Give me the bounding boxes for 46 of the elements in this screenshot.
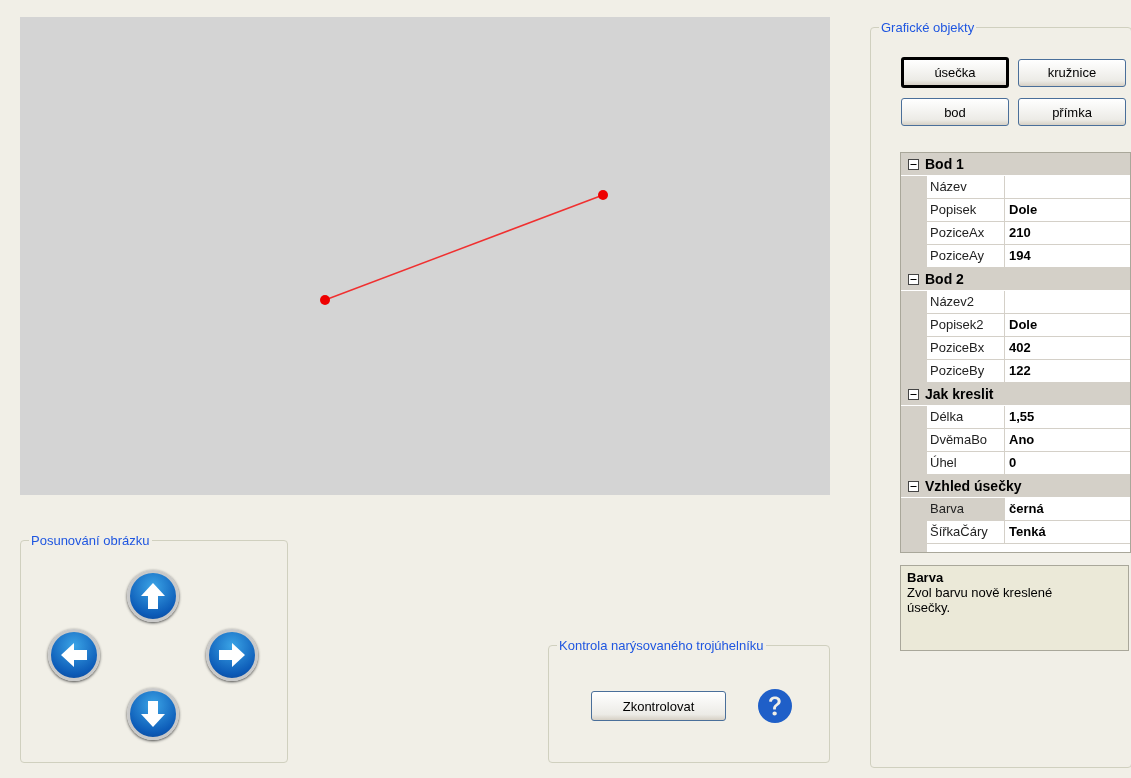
arrow-up-icon — [140, 582, 166, 610]
property-name[interactable]: Délka — [927, 406, 1005, 429]
category-label[interactable]: Bod 1 — [925, 156, 964, 172]
shape-button[interactable]: bod — [901, 98, 1009, 126]
property-name[interactable]: ŠířkaČáry — [927, 521, 1005, 544]
property-value[interactable]: 402 — [1005, 337, 1130, 360]
help-icon[interactable] — [758, 689, 792, 723]
property-name[interactable]: Popisek — [927, 199, 1005, 222]
group-title: Posunování obrázku — [30, 533, 151, 548]
category-label[interactable]: Bod 2 — [925, 271, 964, 287]
property-value[interactable]: Dole — [1005, 199, 1130, 222]
collapse-icon[interactable] — [908, 388, 919, 400]
shape-button[interactable]: úsečka — [901, 57, 1009, 88]
up-button[interactable] — [127, 570, 179, 622]
property-name[interactable]: PoziceAy — [927, 245, 1005, 268]
help-text: Zvol barvu nově kreslené úsečky. — [907, 585, 1054, 615]
collapse-icon[interactable] — [908, 158, 919, 170]
property-value[interactable]: 1,55 — [1005, 406, 1130, 429]
check-button[interactable]: Zkontrolovat — [591, 691, 726, 721]
property-value[interactable]: 210 — [1005, 222, 1130, 245]
property-name[interactable]: Barva — [927, 498, 1005, 521]
property-name[interactable]: Popisek2 — [927, 314, 1005, 337]
arrow-down-icon — [140, 700, 166, 728]
right-button[interactable] — [206, 629, 258, 681]
property-name[interactable]: DvěmaBo — [927, 429, 1005, 452]
group-title: Grafické objekty — [880, 20, 976, 35]
help-title: Barva — [907, 570, 945, 585]
property-name[interactable]: PoziceBy — [927, 360, 1005, 383]
left-button[interactable] — [48, 629, 100, 681]
property-name[interactable]: Úhel — [927, 452, 1005, 475]
property-name[interactable]: Název — [927, 176, 1005, 199]
property-name[interactable]: Název2 — [927, 291, 1005, 314]
property-value[interactable]: Dole — [1005, 314, 1130, 337]
arrow-right-icon — [219, 641, 245, 669]
property-name[interactable]: PoziceAx — [927, 222, 1005, 245]
arrow-left-icon — [61, 641, 87, 669]
property-name[interactable]: PoziceBx — [927, 337, 1005, 360]
down-button[interactable] — [127, 688, 179, 740]
shape-button[interactable]: přímka — [1018, 98, 1126, 126]
collapse-icon[interactable] — [908, 480, 919, 492]
collapse-icon[interactable] — [908, 273, 919, 285]
property-value[interactable]: černá — [1005, 498, 1130, 521]
property-value[interactable]: Ano — [1005, 429, 1130, 452]
property-value[interactable]: Tenká — [1005, 521, 1130, 544]
shape-button[interactable]: kružnice — [1018, 58, 1126, 87]
group-title: Kontrola narýsovaného trojúhelníku — [558, 638, 765, 653]
